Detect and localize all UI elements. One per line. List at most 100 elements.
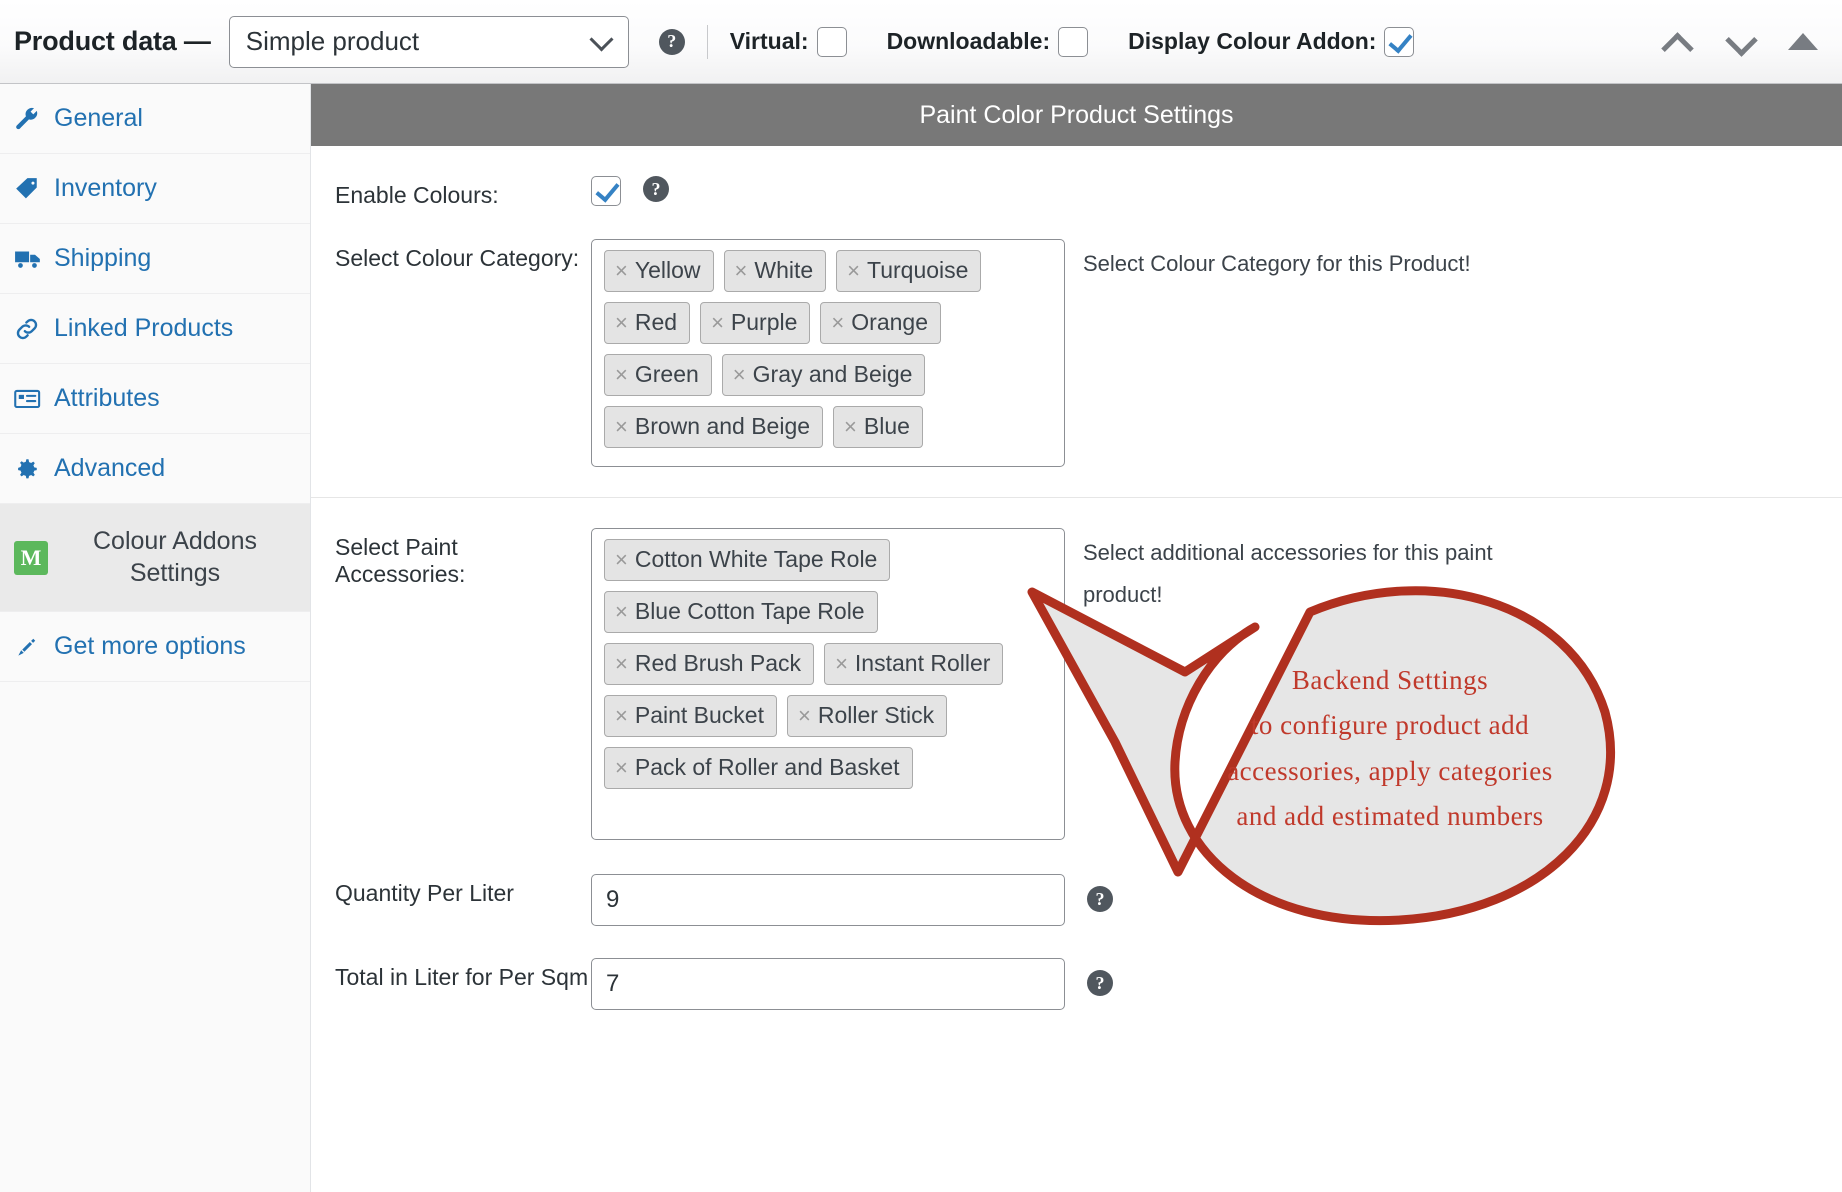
panel-header: Product data — Simple product ? Virtual:… — [0, 0, 1842, 84]
tag-item[interactable]: ×Green — [604, 354, 712, 396]
sidebar-item-label: Colour Addons Settings — [54, 526, 310, 589]
tag-item[interactable]: ×Roller Stick — [787, 695, 947, 737]
remove-icon[interactable]: × — [733, 362, 746, 388]
paint-accessories-help-text: Select additional accessories for this p… — [1065, 528, 1495, 616]
row-total-liter-per-sqm: Total in Liter for Per Sqm ? — [311, 926, 1842, 1010]
move-up-icon[interactable] — [1660, 27, 1694, 57]
remove-icon[interactable]: × — [735, 258, 748, 284]
row-quantity-per-liter: Quantity Per Liter ? — [311, 840, 1842, 926]
sidebar-item-label: General — [54, 104, 143, 133]
remove-icon[interactable]: × — [615, 703, 628, 729]
gear-icon — [14, 456, 54, 482]
tag-item[interactable]: ×Cotton White Tape Role — [604, 539, 890, 581]
panel-body: General Inventory Shipping Linked Produc… — [0, 84, 1842, 1192]
wrench-icon — [14, 106, 54, 132]
colour-category-label: Select Colour Category: — [335, 239, 591, 272]
quantity-per-liter-label: Quantity Per Liter — [335, 874, 591, 907]
enable-colours-checkbox[interactable] — [591, 176, 621, 206]
remove-icon[interactable]: × — [615, 414, 628, 440]
product-type-select[interactable]: Simple product — [229, 16, 629, 68]
sidebar-item-shipping[interactable]: Shipping — [0, 224, 310, 294]
product-type-value: Simple product — [246, 26, 419, 57]
remove-icon[interactable]: × — [615, 310, 628, 336]
tag-icon — [14, 176, 54, 202]
tag-item[interactable]: ×Red Brush Pack — [604, 643, 814, 685]
help-icon[interactable]: ? — [643, 176, 669, 202]
virtual-label: Virtual: — [730, 28, 809, 55]
chevron-down-icon — [589, 27, 613, 51]
tag-item[interactable]: ×Pack of Roller and Basket — [604, 747, 913, 789]
remove-icon[interactable]: × — [844, 414, 857, 440]
tag-item[interactable]: ×Blue Cotton Tape Role — [604, 591, 878, 633]
tag-item[interactable]: ×Paint Bucket — [604, 695, 777, 737]
collapse-toggle-icon[interactable] — [1788, 33, 1818, 50]
sidebar-item-general[interactable]: General — [0, 84, 310, 154]
list-card-icon — [14, 387, 54, 411]
row-colour-category: Select Colour Category: ×Yellow ×White ×… — [311, 209, 1842, 467]
tag-item[interactable]: ×Blue — [833, 406, 923, 448]
remove-icon[interactable]: × — [831, 310, 844, 336]
colour-category-help-text: Select Colour Category for this Product! — [1065, 239, 1471, 285]
colour-addons-settings-content: Paint Color Product Settings Enable Colo… — [311, 84, 1842, 1192]
tag-item[interactable]: ×Purple — [700, 302, 810, 344]
plug-icon — [14, 634, 54, 660]
sidebar-item-attributes[interactable]: Attributes — [0, 364, 310, 434]
addon-badge-icon: M — [14, 541, 54, 575]
sidebar-item-label: Get more options — [54, 632, 246, 661]
sidebar-item-label: Shipping — [54, 244, 151, 273]
content-title: Paint Color Product Settings — [311, 84, 1842, 146]
tag-item[interactable]: ×Instant Roller — [824, 643, 1003, 685]
colour-category-tagbox[interactable]: ×Yellow ×White ×Turquoise ×Red ×Purple ×… — [591, 239, 1065, 467]
tag-item[interactable]: ×Yellow — [604, 250, 714, 292]
display-colour-addon-label: Display Colour Addon: — [1128, 28, 1376, 55]
sidebar-item-label: Attributes — [54, 384, 160, 413]
paint-accessories-tagbox[interactable]: ×Cotton White Tape Role ×Blue Cotton Tap… — [591, 528, 1065, 840]
sidebar-item-label: Advanced — [54, 454, 165, 483]
remove-icon[interactable]: × — [798, 703, 811, 729]
sidebar-item-label: Inventory — [54, 174, 157, 203]
move-down-icon[interactable] — [1724, 27, 1758, 57]
quantity-per-liter-input[interactable] — [591, 874, 1065, 926]
tag-item[interactable]: ×White — [724, 250, 827, 292]
help-icon[interactable]: ? — [1087, 886, 1113, 912]
divider — [707, 25, 708, 59]
tag-item[interactable]: ×Gray and Beige — [722, 354, 926, 396]
truck-icon — [14, 246, 54, 272]
help-icon[interactable]: ? — [659, 29, 685, 55]
paint-accessories-label: Select Paint Accessories: — [335, 528, 591, 588]
row-paint-accessories: Select Paint Accessories: ×Cotton White … — [311, 498, 1842, 840]
sidebar-item-colour-addons-settings[interactable]: M Colour Addons Settings — [0, 504, 310, 612]
tag-item[interactable]: ×Red — [604, 302, 690, 344]
display-colour-addon-group[interactable]: Display Colour Addon: — [1128, 27, 1414, 57]
virtual-checkbox-group[interactable]: Virtual: — [730, 27, 847, 57]
total-liter-per-sqm-input[interactable] — [591, 958, 1065, 1010]
product-data-panel: Product data — Simple product ? Virtual:… — [0, 0, 1842, 1192]
downloadable-checkbox[interactable] — [1058, 27, 1088, 57]
page-title: Product data — — [14, 26, 211, 57]
remove-icon[interactable]: × — [615, 258, 628, 284]
row-enable-colours: Enable Colours: ? — [311, 146, 1842, 209]
tag-item[interactable]: ×Orange — [820, 302, 941, 344]
sidebar-item-inventory[interactable]: Inventory — [0, 154, 310, 224]
sidebar-item-get-more-options[interactable]: Get more options — [0, 612, 310, 682]
enable-colours-label: Enable Colours: — [335, 176, 591, 209]
remove-icon[interactable]: × — [615, 755, 628, 781]
remove-icon[interactable]: × — [615, 362, 628, 388]
tag-item[interactable]: ×Turquoise — [836, 250, 981, 292]
downloadable-checkbox-group[interactable]: Downloadable: — [887, 27, 1089, 57]
remove-icon[interactable]: × — [615, 599, 628, 625]
remove-icon[interactable]: × — [847, 258, 860, 284]
virtual-checkbox[interactable] — [817, 27, 847, 57]
display-colour-addon-checkbox[interactable] — [1384, 27, 1414, 57]
remove-icon[interactable]: × — [615, 651, 628, 677]
remove-icon[interactable]: × — [615, 547, 628, 573]
link-icon — [14, 316, 54, 342]
sidebar-item-advanced[interactable]: Advanced — [0, 434, 310, 504]
downloadable-label: Downloadable: — [887, 28, 1051, 55]
help-icon[interactable]: ? — [1087, 970, 1113, 996]
tag-item[interactable]: ×Brown and Beige — [604, 406, 823, 448]
sidebar-item-linked-products[interactable]: Linked Products — [0, 294, 310, 364]
remove-icon[interactable]: × — [711, 310, 724, 336]
remove-icon[interactable]: × — [835, 651, 848, 677]
panel-order-controls — [1660, 27, 1824, 57]
